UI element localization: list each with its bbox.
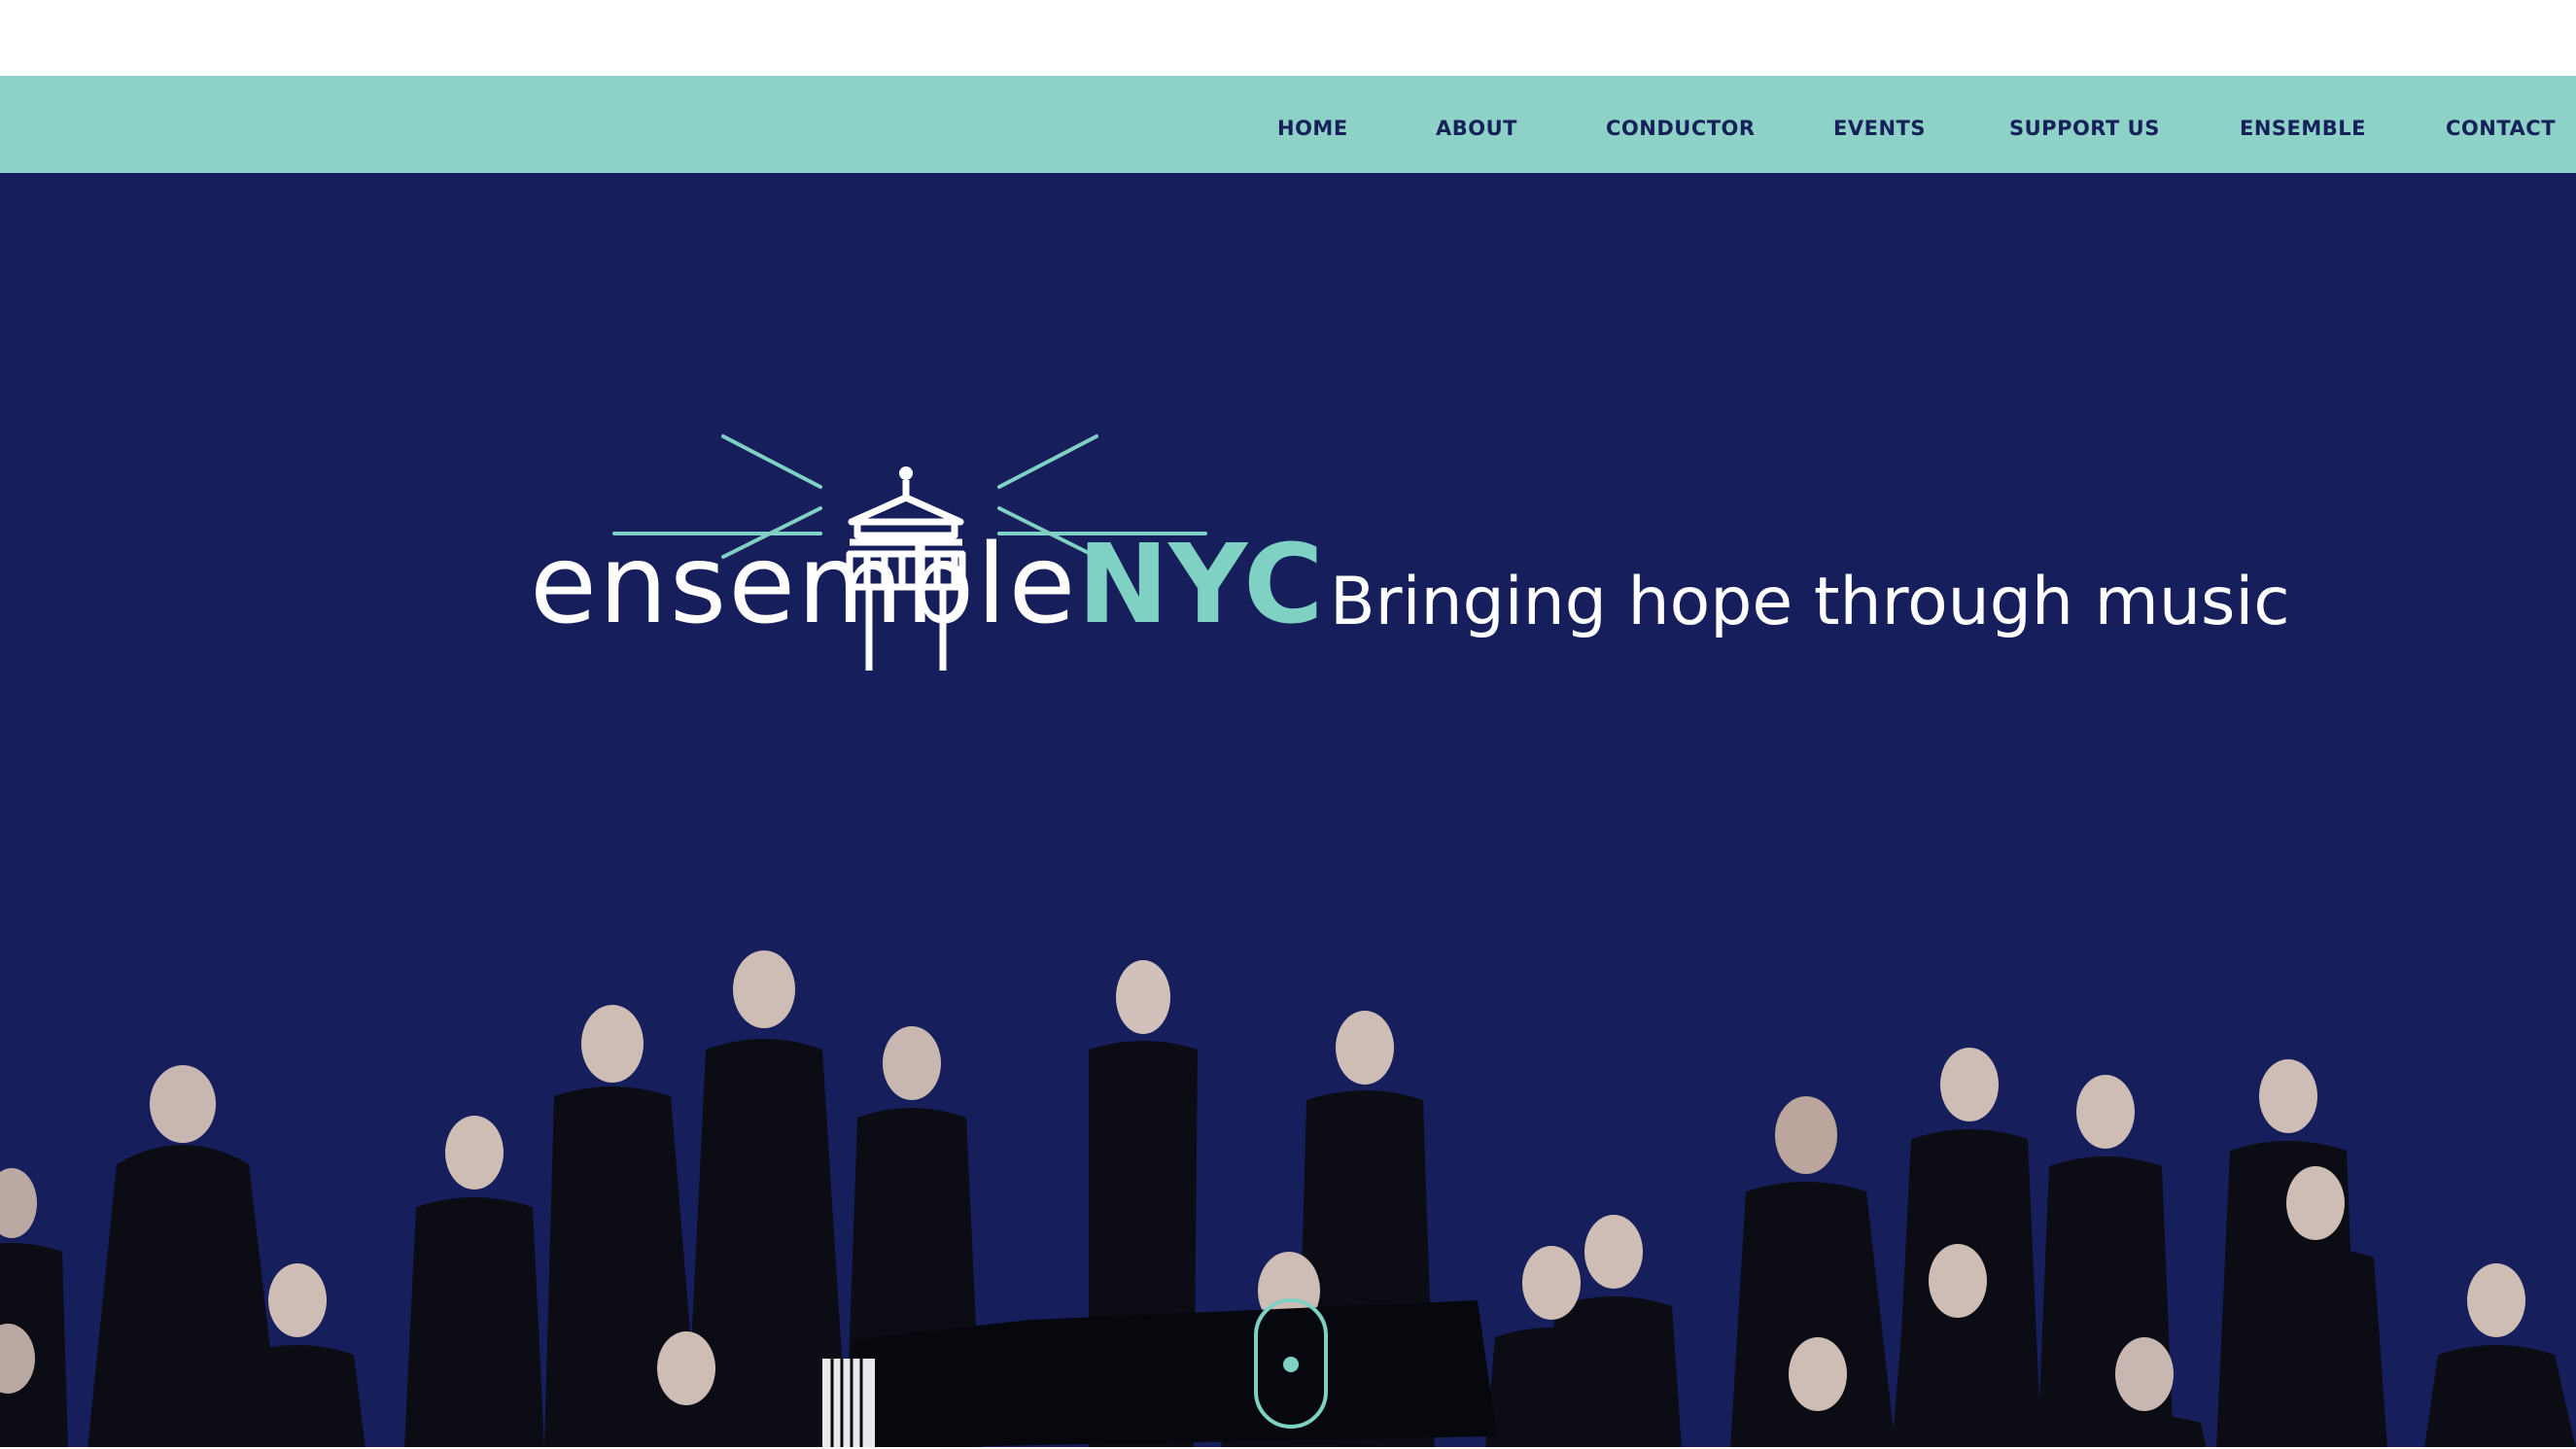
nav-home[interactable]: HOME <box>1277 117 1348 140</box>
nav-support-us[interactable]: SUPPORT US <box>2009 117 2160 140</box>
nav-contact[interactable]: CONTACT <box>2446 117 2556 140</box>
hero-tagline: Bringing hope through music <box>1330 564 2290 640</box>
logo-wordmark[interactable]: ensembleNYC <box>530 531 1323 639</box>
top-whitespace <box>0 0 2576 76</box>
hero-section: ensembleNYC Bringing hope through music <box>0 173 2576 1449</box>
scroll-down-icon[interactable] <box>1254 1298 1328 1429</box>
nav-about[interactable]: ABOUT <box>1436 117 1517 140</box>
main-nav: HOME ABOUT CONDUCTOR EVENTS SUPPORT US E… <box>0 76 2576 173</box>
scroll-dot <box>1283 1357 1299 1372</box>
nav-conductor[interactable]: CONDUCTOR <box>1606 117 1756 140</box>
nav-events[interactable]: EVENTS <box>1833 117 1926 140</box>
logo-text-bold: NYC <box>1077 522 1324 648</box>
nav-ensemble[interactable]: ENSEMBLE <box>2240 117 2366 140</box>
logo-text-light: ensemble <box>530 522 1078 648</box>
